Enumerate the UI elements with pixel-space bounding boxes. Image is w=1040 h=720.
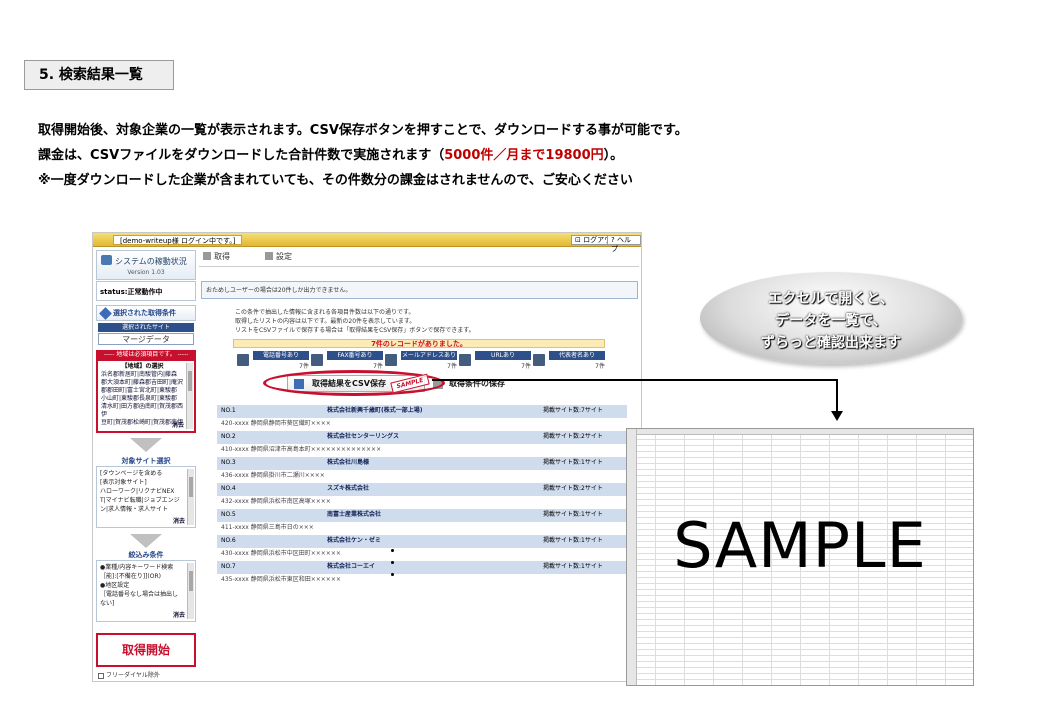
list-item-address: 436-xxxx 静岡県掛川市二瀬川××××: [221, 472, 325, 479]
section-title: 5. 検索結果一覧: [24, 60, 174, 90]
fax-icon: [311, 354, 323, 366]
refine-clear-link[interactable]: 消去: [173, 611, 185, 620]
help-icon: ?: [611, 236, 615, 244]
ellipsis-icon: [391, 549, 397, 585]
intro-text: 取得開始後、対象企業の一覧が表示されます。CSV保存ボタンを押すことで、ダウンロ…: [38, 118, 688, 193]
list-item[interactable]: NO.3 株式会社川島様 掲載サイト数:1サイト: [217, 457, 627, 470]
mail-icon: [385, 354, 397, 366]
count-url: URLあり 7件: [459, 351, 539, 371]
info-messages: この条件で抽出した情報に含まれる各項目件数は以下の通りです。 取得したリストの内…: [235, 309, 475, 334]
person-icon: [533, 354, 545, 366]
system-status-header: システムの稼動状況 Version 1.03: [96, 250, 196, 280]
refine-title: 絞込み条件: [128, 551, 164, 559]
area-line: 郡郡田町|富士宮北町|東駿郡: [101, 387, 178, 394]
list-item[interactable]: NO.5 南富士産業株式会社 掲載サイト数:1サイト: [217, 509, 627, 522]
monitor-icon: [101, 255, 112, 265]
area-line: 小山町|東駿郡長泉町|東駿郡: [101, 395, 178, 402]
intro-line-3: ※一度ダウンロードした企業が含まれていても、その件数分の課金はされませんので、ご…: [38, 173, 633, 188]
left-panel: システムの稼動状況 Version 1.03 status:正常動作中 選択され…: [96, 250, 196, 680]
phone-icon: [203, 252, 211, 260]
area-required-notice: ----- 地域は必須項目です。 -----: [96, 350, 196, 359]
tool-icon: [265, 252, 273, 260]
conditions-header: 選択された取得条件: [96, 305, 196, 321]
callout-text: エクセルで開くと、 データを一覧で、 ずらっと確認出来ます: [761, 291, 901, 351]
top-bar: [demo-writeup様 ログイン中です。] ⊡ ログアウト ? ヘルプ: [93, 233, 641, 253]
list-item[interactable]: NO.7 株式会社コーエイ 掲載サイト数:1サイト: [217, 561, 627, 574]
target-site-box[interactable]: [タウンページを含める [表示対象サイト] ハローワーク|リクナビNEX T|マ…: [96, 466, 196, 528]
count-phone: 電話番号あり 7件: [237, 351, 317, 371]
results-list: NO.1 株式会社新興千歳町(株式一部上場) 掲載サイト数:7サイト 420-xxx…: [217, 405, 627, 587]
list-item[interactable]: NO.6 株式会社ケン・ゼミ 掲載サイト数:1サイト: [217, 535, 627, 548]
count-representative: 代表者名あり 7件: [533, 351, 613, 371]
system-status-title: システムの稼動状況: [115, 257, 187, 266]
list-item[interactable]: NO.4 スズキ株式会社 掲載サイト数:2サイト: [217, 483, 627, 496]
count-email: メールアドレスあり 7件: [385, 351, 465, 371]
target-site-title: 対象サイト選択: [121, 457, 171, 465]
arrow-down-icon: [130, 438, 162, 452]
logout-icon: ⊡: [575, 236, 581, 244]
start-button[interactable]: 取得開始: [96, 633, 196, 667]
main-tabs: 取得 設定: [199, 250, 639, 264]
version-text: Version 1.03: [127, 269, 165, 276]
refine-scrollbar[interactable]: [187, 563, 194, 619]
list-item-address: 420-xxxx 静岡県静岡市葵区織町××××: [221, 420, 331, 427]
area-selection-box[interactable]: 【地域】の選択 浜名郡新居町|南駿管内|藤森 郡大須本町|藤森郡吉田町|庵沢 郡…: [96, 359, 196, 433]
arrow-head-icon: [831, 411, 843, 421]
login-status: [demo-writeup様 ログイン中です。]: [113, 235, 243, 245]
list-item-address: 430-xxxx 静岡県浜松市中区田町××××××: [221, 550, 341, 557]
target-clear-link[interactable]: 消去: [173, 517, 185, 526]
help-button[interactable]: ? ヘルプ: [607, 235, 641, 253]
spreadsheet-column-header: [627, 429, 973, 435]
checkbox-icon: [98, 672, 104, 679]
free-dial-checkbox[interactable]: フリーダイヤル除外: [98, 670, 160, 679]
selected-site-label: 選択されたサイト: [98, 323, 194, 332]
status-value: status:正常動作中: [96, 281, 196, 301]
area-line: 清水町|田方郡函南町|賀茂郡西伊: [101, 403, 184, 418]
tab-settings[interactable]: 設定: [265, 250, 292, 264]
app-screenshot: [demo-writeup様 ログイン中です。] ⊡ ログアウト ? ヘルプ シ…: [92, 232, 642, 682]
globe-icon: [459, 354, 471, 366]
list-item-address: 432-xxxx 静岡県浜松市南区高塚××××: [221, 498, 331, 505]
area-line: 郡大須本町|藤森郡吉田町|庵沢: [101, 379, 184, 386]
field-counts: 電話番号あり 7件 FAX番号あり 7件 メールアドレスあり 7件 URLあり 7件 代…: [237, 351, 605, 371]
tab-get[interactable]: 取得: [203, 250, 230, 264]
diamond-icon: [99, 307, 112, 320]
list-item[interactable]: NO.1 株式会社新興千歳町(株式一部上場) 掲載サイト数:7サイト: [217, 405, 627, 418]
list-item-address: 411-xxxx 静岡県三島市日の×××: [221, 524, 314, 531]
area-scrollbar[interactable]: [186, 363, 193, 429]
trial-notice: おためしユーザーの場合は20件しか出力できません。: [201, 281, 638, 299]
spreadsheet-preview: SAMPLE: [626, 428, 974, 686]
tab-divider: [199, 266, 639, 267]
intro-line-1: 取得開始後、対象企業の一覧が表示されます。CSV保存ボタンを押すことで、ダウンロ…: [38, 123, 688, 138]
selected-site-value: マージデータ: [98, 333, 194, 345]
record-count: 7件のレコードがありました。: [233, 339, 605, 348]
list-item-address: 410-xxxx 静岡県沼津市高島本町××××××××××××××: [221, 446, 382, 453]
connector-line: [836, 379, 838, 413]
phone-icon: [237, 354, 249, 366]
refine-box[interactable]: ●業種/内容キーワード検索 ［能]:[不備在り]](OR) ●地区設定 ［電話番…: [96, 560, 196, 622]
arrow-down-icon: [130, 534, 162, 548]
area-line: 浜名郡新居町|南駿管内|藤森: [101, 371, 178, 378]
price-highlight: 5000件／月まで19800円: [444, 148, 604, 163]
intro-line-2: 課金は、CSVファイルをダウンロードした合計件数で実施されます（5000件／月ま…: [38, 148, 624, 163]
list-item[interactable]: NO.2 株式会社センターリングス 掲載サイト数:2サイト: [217, 431, 627, 444]
target-scrollbar[interactable]: [187, 469, 194, 525]
sample-watermark: SAMPLE: [673, 509, 927, 582]
list-item-address: 435-xxxx 静岡県浜松市東区和田××××××: [221, 576, 341, 583]
area-clear-link[interactable]: 消去: [172, 422, 184, 430]
area-heading: 【地域】の選択: [121, 363, 164, 370]
count-fax: FAX番号あり 7件: [311, 351, 391, 371]
connector-line: [432, 379, 838, 381]
